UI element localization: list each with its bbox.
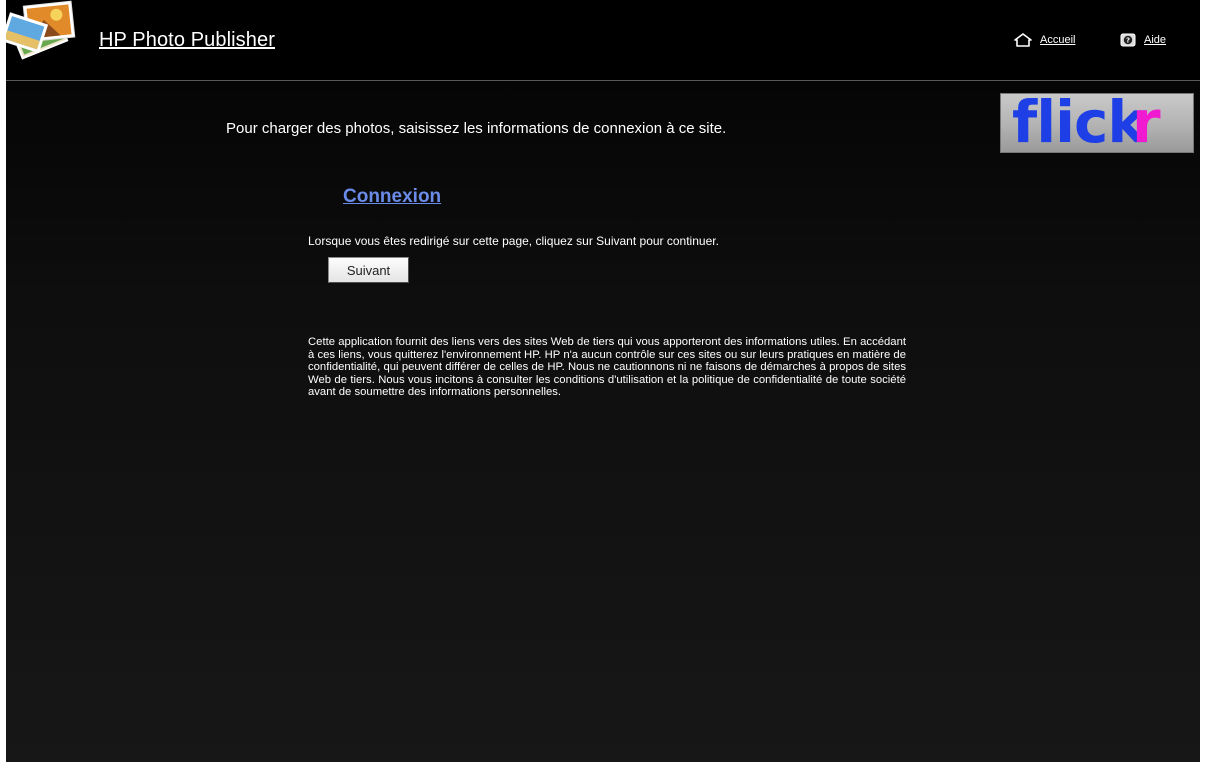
home-link[interactable]: Accueil [1014,33,1075,47]
next-button[interactable]: Suivant [328,257,409,283]
photo-stack-icon [6,0,76,60]
help-icon: ? [1120,33,1136,47]
home-icon [1014,33,1032,47]
login-title[interactable]: Connexion [343,186,441,208]
redirect-instruction: Lorsque vous êtes redirigé sur cette pag… [308,234,719,248]
app-title: HP Photo Publisher [99,29,275,51]
flickr-logo-main: flick [1012,93,1146,153]
flickr-logo-accent: r [1132,93,1161,153]
help-link-label: Aide [1144,34,1167,46]
svg-text:?: ? [1126,37,1130,45]
header-bar: HP Photo Publisher Accueil ? Aide [6,0,1200,81]
home-link-label: Accueil [1040,34,1076,46]
app-window: HP Photo Publisher Accueil ? Aide flick … [6,0,1200,762]
help-link[interactable]: ? Aide [1120,33,1166,47]
third-party-disclaimer: Cette application fournit des liens vers… [308,336,906,399]
flickr-logo: flick r [1000,93,1194,153]
intro-text: Pour charger des photos, saisissez les i… [226,120,727,137]
